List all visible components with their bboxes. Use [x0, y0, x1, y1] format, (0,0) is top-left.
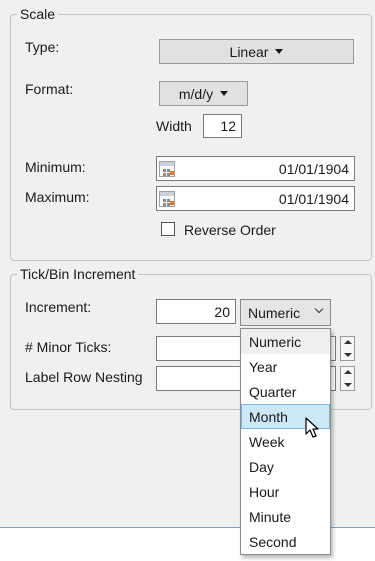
type-dropdown[interactable]: Linear: [159, 39, 354, 64]
minimum-date-input[interactable]: 01/01/1904: [156, 156, 355, 181]
maximum-value: 01/01/1904: [278, 190, 349, 207]
label-row-nesting-spinner[interactable]: [340, 366, 355, 391]
option-quarter[interactable]: Quarter: [241, 379, 330, 404]
scale-group-title: Scale: [17, 6, 59, 23]
option-second[interactable]: Second: [241, 529, 330, 554]
increment-unit-dropdown-list[interactable]: Numeric Year Quarter Month Week Day Hour…: [240, 328, 331, 555]
spin-up-icon[interactable]: [344, 370, 352, 374]
maximum-label: Maximum:: [25, 189, 90, 205]
option-numeric[interactable]: Numeric: [241, 329, 330, 354]
reverse-order-label[interactable]: Reverse Order: [184, 222, 276, 239]
width-input[interactable]: 12: [203, 114, 242, 138]
spin-up-icon[interactable]: [344, 340, 352, 344]
spin-down-icon[interactable]: [344, 383, 352, 387]
minimum-value: 01/01/1904: [278, 160, 349, 177]
increment-label: Increment:: [25, 299, 92, 315]
maximum-date-input[interactable]: 01/01/1904: [156, 186, 355, 211]
caret-down-icon: [220, 91, 229, 96]
increment-value: 20: [214, 303, 230, 320]
tick-bin-group-title: Tick/Bin Increment: [17, 266, 139, 283]
format-value: m/d/y: [178, 85, 214, 102]
option-hour[interactable]: Hour: [241, 479, 330, 504]
spin-down-icon[interactable]: [344, 353, 352, 357]
option-day[interactable]: Day: [241, 454, 330, 479]
increment-input[interactable]: 20: [156, 299, 236, 324]
caret-down-icon: [275, 49, 284, 54]
calendar-icon[interactable]: [159, 190, 175, 207]
increment-unit-value: Numeric: [248, 304, 301, 321]
width-label: Width: [156, 118, 192, 134]
width-value: 12: [220, 118, 236, 134]
mouse-pointer-icon: [305, 417, 319, 438]
minor-ticks-label: # Minor Ticks:: [25, 339, 112, 355]
option-year[interactable]: Year: [241, 354, 330, 379]
chevron-down-icon: [314, 304, 324, 314]
type-value: Linear: [229, 43, 269, 60]
label-row-nesting-label: Label Row Nesting: [25, 369, 143, 385]
minimum-label: Minimum:: [25, 159, 86, 175]
increment-unit-combo[interactable]: Numeric: [240, 299, 331, 326]
minor-ticks-spinner[interactable]: [340, 336, 355, 361]
reverse-order-checkbox[interactable]: [161, 222, 175, 236]
format-label: Format:: [25, 81, 74, 97]
type-label: Type:: [25, 39, 60, 55]
format-dropdown[interactable]: m/d/y: [159, 81, 248, 106]
calendar-icon[interactable]: [159, 160, 175, 177]
option-minute[interactable]: Minute: [241, 504, 330, 529]
